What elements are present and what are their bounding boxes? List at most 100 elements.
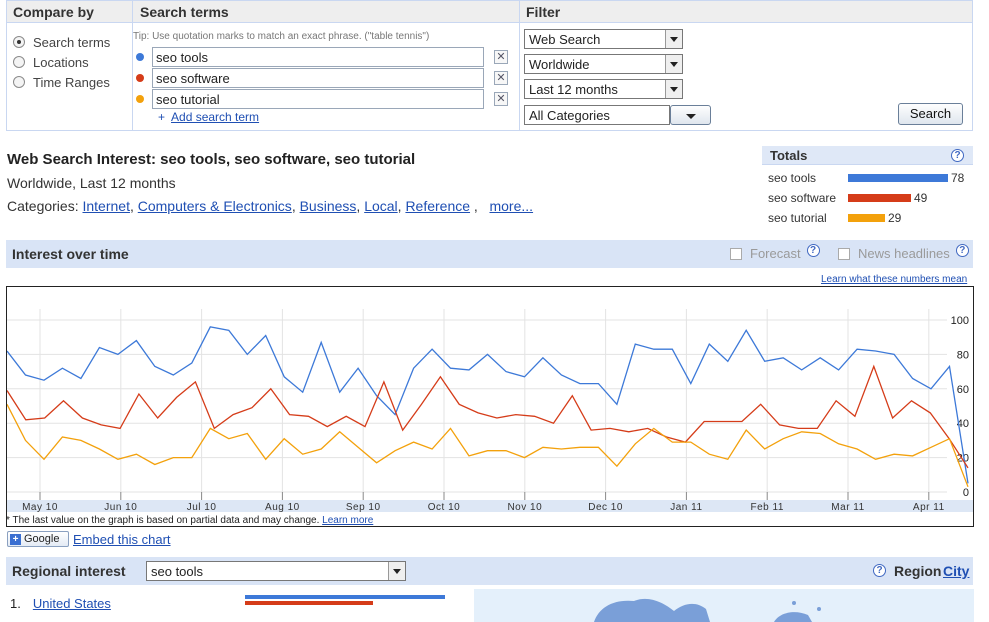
x-tick-label: Feb 11: [751, 502, 784, 513]
chevron-down-icon: [686, 114, 696, 119]
category-dropdown-button[interactable]: [670, 105, 711, 125]
select-value: seo tools: [151, 564, 204, 579]
compare-search-terms-option[interactable]: Search terms: [13, 33, 110, 51]
total-term: seo tutorial: [768, 211, 827, 225]
x-tick-label: Jun 10: [104, 502, 137, 513]
more-categories-link[interactable]: more...: [489, 198, 533, 214]
note-text: * The last value on the graph is based o…: [6, 515, 320, 526]
help-icon[interactable]: ?: [806, 244, 820, 257]
total-row: seo tutorial: [768, 210, 827, 226]
search-tip: Tip: Use quotation marks to match an exa…: [133, 31, 430, 42]
chevron-down-icon[interactable]: [665, 80, 682, 98]
radio-label: Locations: [33, 54, 89, 70]
chevron-down-icon[interactable]: [665, 30, 682, 48]
search-term-row: [136, 89, 484, 109]
filter-header: Filter: [526, 4, 561, 20]
region-row: 1. United States: [10, 596, 111, 611]
x-axis-band: [7, 500, 973, 512]
section-title: Interest over time: [12, 246, 129, 262]
compare-time-ranges-option[interactable]: Time Ranges: [13, 73, 110, 91]
help-icon[interactable]: ?: [951, 149, 964, 162]
total-bar: [848, 174, 948, 182]
remove-term-icon[interactable]: ✕: [494, 71, 508, 85]
x-tick-label: Aug 10: [265, 502, 300, 513]
radio-locations[interactable]: [13, 56, 25, 68]
x-tick-label: Sep 10: [346, 502, 381, 513]
totals-title: Totals: [770, 148, 808, 163]
embed-row: + Google Embed this chart: [7, 531, 171, 547]
total-value: 78: [951, 171, 965, 185]
remove-term-icon[interactable]: ✕: [494, 50, 508, 64]
news-headlines-label: News headlines: [858, 246, 950, 261]
category-link-computers[interactable]: Computers & Electronics: [138, 198, 292, 214]
news-headlines-toggle[interactable]: News headlines ?: [838, 244, 969, 261]
form-header-row: Compare by Search terms Filter: [7, 1, 972, 23]
world-map[interactable]: [474, 589, 974, 622]
add-search-term[interactable]: + Add search term: [158, 110, 259, 124]
time-range-select[interactable]: Last 12 months: [524, 79, 683, 99]
totals-box: Totals ? seo tools 78 seo software 49 seo tu…: [762, 146, 973, 230]
total-row: seo tools: [768, 170, 816, 186]
region-rank: 1.: [10, 596, 21, 611]
term-color-dot: [136, 74, 144, 82]
learn-numbers-link[interactable]: Learn what these numbers mean: [821, 274, 967, 285]
section-title: Regional interest: [12, 563, 126, 579]
search-term-input[interactable]: [152, 68, 484, 88]
partial-data-note: * The last value on the graph is based o…: [6, 515, 373, 526]
chevron-down-icon[interactable]: [665, 55, 682, 73]
select-value: Last 12 months: [529, 82, 618, 97]
search-term-row: [136, 68, 484, 88]
x-tick-label: Nov 10: [507, 502, 542, 513]
y-tick-label: 80: [957, 349, 969, 361]
forecast-toggle[interactable]: Forecast ?: [730, 244, 820, 261]
x-tick-label: Jan 11: [670, 502, 702, 513]
category-link-reference[interactable]: Reference: [405, 198, 470, 214]
category-link-internet[interactable]: Internet: [82, 198, 129, 214]
radio-label: Time Ranges: [33, 74, 110, 90]
search-button[interactable]: Search: [898, 103, 963, 125]
city-link[interactable]: City: [943, 563, 969, 579]
total-bar: [848, 214, 885, 222]
radio-time-ranges[interactable]: [13, 76, 25, 88]
y-tick-label: 100: [951, 315, 969, 327]
total-bar: [848, 194, 911, 202]
x-tick-label: May 10: [22, 502, 58, 513]
remove-term-icon[interactable]: ✕: [494, 92, 508, 106]
y-tick-label: 0: [963, 487, 969, 499]
total-value: 29: [888, 211, 902, 225]
learn-more-link[interactable]: Learn more: [322, 515, 373, 526]
series-line: [6, 404, 969, 488]
series-line: [6, 364, 969, 469]
news-headlines-checkbox[interactable]: [838, 247, 850, 260]
totals-header: Totals ?: [762, 146, 973, 165]
add-search-term-link[interactable]: Add search term: [171, 110, 259, 124]
regional-term-select[interactable]: seo tools: [146, 561, 406, 581]
total-row: seo software: [768, 190, 836, 206]
category-select[interactable]: All Categories: [524, 105, 670, 125]
radio-search-terms[interactable]: [13, 36, 25, 48]
search-type-select[interactable]: Web Search: [524, 29, 683, 49]
x-tick-label: Jul 10: [187, 502, 217, 513]
category-link-local[interactable]: Local: [364, 198, 397, 214]
total-value: 49: [914, 191, 928, 205]
add-to-google-button[interactable]: + Google: [7, 531, 69, 547]
category-link-business[interactable]: Business: [300, 198, 357, 214]
region-bar: [245, 601, 373, 605]
select-value: All Categories: [529, 108, 610, 123]
help-icon[interactable]: ?: [955, 244, 969, 257]
help-icon[interactable]: ?: [873, 564, 886, 577]
interest-over-time-header: Interest over time Forecast ? News headl…: [6, 240, 973, 268]
region-link-united-states[interactable]: United States: [33, 596, 111, 611]
region-label: Region: [894, 563, 942, 579]
chevron-down-icon[interactable]: [388, 562, 405, 580]
plus-icon: +: [158, 110, 166, 124]
embed-chart-link[interactable]: Embed this chart: [73, 532, 171, 547]
search-term-input[interactable]: [152, 47, 484, 67]
forecast-checkbox[interactable]: [730, 247, 742, 260]
select-value: Worldwide: [529, 57, 590, 72]
compare-locations-option[interactable]: Locations: [13, 53, 89, 71]
location-select[interactable]: Worldwide: [524, 54, 683, 74]
search-term-input[interactable]: [152, 89, 484, 109]
categories-line: Categories: Internet, Computers & Electr…: [7, 198, 534, 214]
x-tick-label: Oct 10: [428, 502, 460, 513]
